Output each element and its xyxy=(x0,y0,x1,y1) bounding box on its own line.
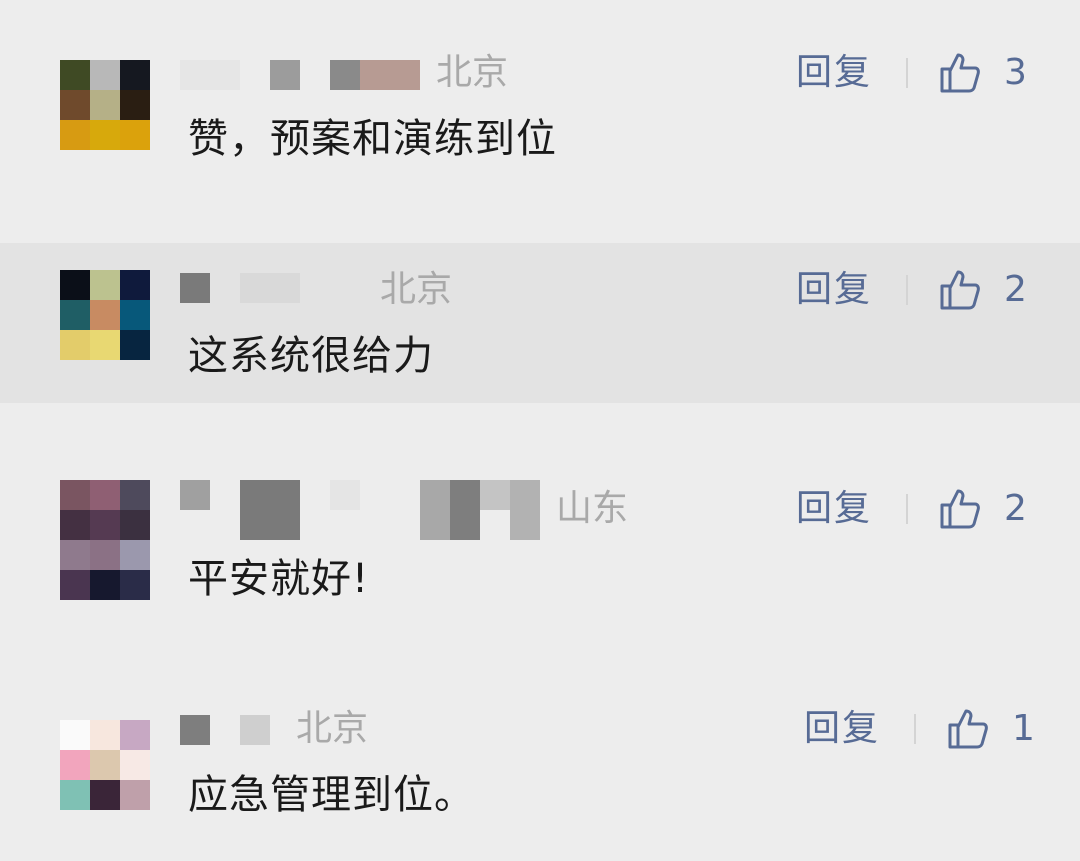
avatar-pixel xyxy=(120,750,150,780)
divider xyxy=(906,494,908,524)
avatar-pixel xyxy=(120,720,150,750)
reply-button[interactable]: 回复 xyxy=(796,489,872,529)
username-blurred[interactable] xyxy=(180,710,280,750)
avatar-pixel xyxy=(120,120,150,150)
like-count: 3 xyxy=(1004,52,1027,93)
username-blurred[interactable] xyxy=(180,268,380,308)
comment-text: 这系统很给力 xyxy=(188,333,434,379)
avatar-pixel xyxy=(90,330,120,360)
like-count: 2 xyxy=(1004,269,1027,310)
avatar-pixel xyxy=(120,300,150,330)
avatar-pixel xyxy=(120,90,150,120)
thumbs-up-icon xyxy=(940,53,980,93)
avatar-pixel xyxy=(60,540,90,570)
avatar-pixel xyxy=(120,270,150,300)
username-blurred[interactable] xyxy=(180,55,440,95)
thumbs-up-icon xyxy=(940,489,980,529)
avatar[interactable] xyxy=(60,720,150,810)
like-button[interactable]: 1 xyxy=(944,704,1035,754)
divider xyxy=(906,275,908,305)
avatar-pixel xyxy=(120,780,150,810)
comment-item: 北京 回复 3 赞，预案和演练到位 xyxy=(0,0,1080,240)
avatar-pixel xyxy=(90,480,120,510)
avatar-pixel xyxy=(90,300,120,330)
avatar-pixel xyxy=(60,330,90,360)
avatar-pixel xyxy=(60,720,90,750)
comment-item: 山东 回复 2 平安就好! xyxy=(0,460,1080,650)
comment-text: 应急管理到位。 xyxy=(188,772,475,818)
reply-button[interactable]: 回复 xyxy=(796,270,872,310)
avatar[interactable] xyxy=(60,60,150,150)
avatar-pixel xyxy=(60,570,90,600)
avatar-pixel xyxy=(60,750,90,780)
like-button[interactable]: 2 xyxy=(936,265,1027,315)
reply-button[interactable]: 回复 xyxy=(804,709,880,749)
avatar-pixel xyxy=(90,120,120,150)
like-count: 1 xyxy=(1012,708,1035,749)
avatar-pixel xyxy=(60,300,90,330)
avatar-pixel xyxy=(90,720,120,750)
avatar-pixel xyxy=(60,120,90,150)
like-button[interactable]: 3 xyxy=(936,48,1027,98)
avatar-pixel xyxy=(120,510,150,540)
location-label: 北京 xyxy=(436,52,509,93)
location-label: 北京 xyxy=(296,708,369,749)
divider xyxy=(906,58,908,88)
avatar-pixel xyxy=(90,540,120,570)
avatar-pixel xyxy=(90,60,120,90)
avatar-pixel xyxy=(120,540,150,570)
avatar-pixel xyxy=(60,270,90,300)
comment-text: 赞，预案和演练到位 xyxy=(188,116,557,162)
thumbs-up-icon xyxy=(940,270,980,310)
avatar-pixel xyxy=(60,510,90,540)
like-button[interactable]: 2 xyxy=(936,484,1027,534)
comment-text: 平安就好! xyxy=(188,556,370,602)
divider xyxy=(914,714,916,744)
avatar-pixel xyxy=(120,330,150,360)
comment-item: 北京 回复 2 这系统很给力 xyxy=(0,243,1080,403)
avatar[interactable] xyxy=(60,270,150,360)
thumbs-up-icon xyxy=(948,709,988,749)
avatar-pixel xyxy=(60,480,90,510)
reply-button[interactable]: 回复 xyxy=(796,53,872,93)
comment-item: 北京 回复 1 应急管理到位。 xyxy=(0,690,1080,861)
location-label: 北京 xyxy=(380,269,453,310)
avatar-pixel xyxy=(90,270,120,300)
avatar-pixel xyxy=(120,480,150,510)
avatar-pixel xyxy=(120,60,150,90)
avatar-pixel xyxy=(90,90,120,120)
avatar-pixel xyxy=(90,570,120,600)
avatar-pixel xyxy=(60,780,90,810)
location-label: 山东 xyxy=(556,488,629,529)
avatar-pixel xyxy=(60,60,90,90)
avatar-pixel xyxy=(90,510,120,540)
username-blurred[interactable] xyxy=(180,480,560,550)
avatar-pixel xyxy=(90,780,120,810)
avatar-pixel xyxy=(90,750,120,780)
avatar[interactable] xyxy=(60,480,150,600)
avatar-pixel xyxy=(120,570,150,600)
like-count: 2 xyxy=(1004,488,1027,529)
avatar-pixel xyxy=(60,90,90,120)
